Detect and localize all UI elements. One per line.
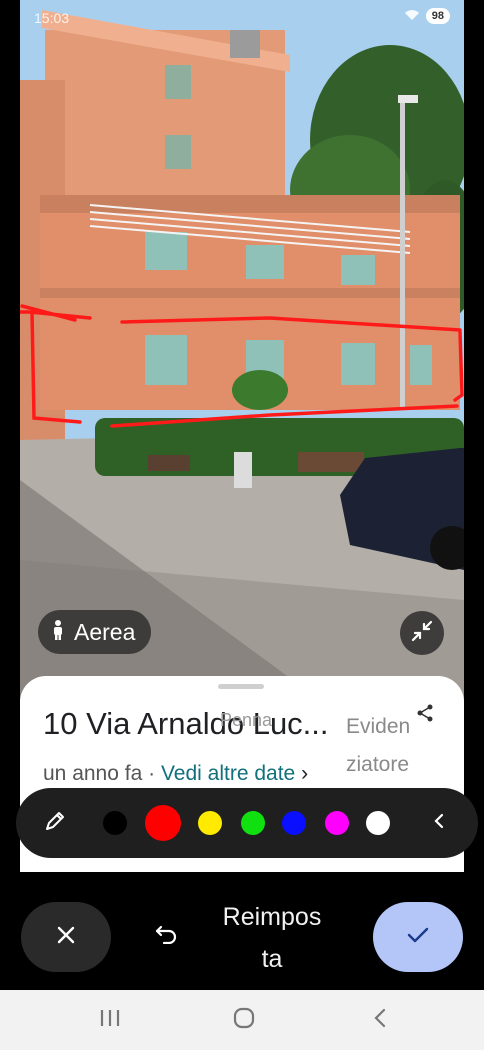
- reset-label-line1: Reimpos: [222, 903, 322, 931]
- home-icon: [232, 1006, 256, 1035]
- reset-label-line2: ta: [261, 945, 283, 973]
- home-button[interactable]: [214, 1000, 274, 1040]
- markup-toolbar: [16, 788, 478, 858]
- back-button[interactable]: [350, 1000, 410, 1040]
- wifi-icon: [404, 8, 420, 24]
- highlighter-label-line2: ziatore: [346, 753, 410, 776]
- person-icon: [52, 619, 64, 646]
- cancel-button[interactable]: [21, 902, 111, 972]
- status-bar: 15:03 98: [20, 8, 464, 30]
- screenshot-preview: 15:03 98 Aerea 10 Via Arnaldo Luc... Pen…: [20, 0, 464, 872]
- color-swatch-white[interactable]: [366, 811, 390, 835]
- undo-button[interactable]: [146, 916, 186, 956]
- confirm-button[interactable]: [373, 902, 463, 972]
- close-icon: [56, 925, 76, 950]
- share-icon[interactable]: [416, 704, 434, 727]
- aerial-view-chip[interactable]: Aerea: [38, 610, 152, 654]
- status-icons: 98: [404, 8, 450, 24]
- highlighter-label-line1: Eviden: [346, 715, 411, 738]
- chevron-left-icon: [433, 813, 445, 834]
- recents-icon: [99, 1008, 121, 1033]
- check-icon: [406, 926, 430, 949]
- pen-tool-label: Penna: [220, 710, 273, 730]
- separator: ·: [148, 762, 156, 785]
- status-time: 15:03: [34, 10, 70, 26]
- highlighter-tool-label: Eviden ziatore: [346, 708, 410, 784]
- date-text: un anno fa: [43, 762, 143, 785]
- color-swatch-green[interactable]: [241, 811, 265, 835]
- battery-indicator: 98: [425, 8, 450, 24]
- color-swatch-magenta[interactable]: [325, 811, 349, 835]
- more-dates-link[interactable]: Vedi altre date: [161, 762, 295, 785]
- collapse-icon: [411, 620, 433, 647]
- undo-icon: [154, 924, 178, 949]
- color-swatch-black[interactable]: [103, 811, 127, 835]
- collapse-toolbar-button[interactable]: [424, 788, 454, 858]
- drag-handle[interactable]: [218, 684, 264, 689]
- color-swatch-red[interactable]: [145, 805, 181, 841]
- chevron-right-icon: ›: [301, 762, 309, 785]
- street-view-photo[interactable]: [20, 0, 464, 700]
- date-line: un anno fa · Vedi altre date ›: [43, 762, 308, 786]
- system-navigation-bar: [0, 990, 484, 1050]
- back-icon: [372, 1007, 388, 1034]
- reset-button[interactable]: Reimpos ta: [200, 896, 344, 980]
- recents-button[interactable]: [80, 1000, 140, 1040]
- place-title: 10 Via Arnaldo Luc...: [43, 706, 329, 741]
- pen-icon: [42, 808, 68, 839]
- collapse-view-button[interactable]: [400, 611, 444, 655]
- aerial-view-label: Aerea: [74, 618, 136, 645]
- color-swatch-yellow[interactable]: [198, 811, 222, 835]
- color-swatch-blue[interactable]: [282, 811, 306, 835]
- pen-tool-button[interactable]: [34, 788, 76, 858]
